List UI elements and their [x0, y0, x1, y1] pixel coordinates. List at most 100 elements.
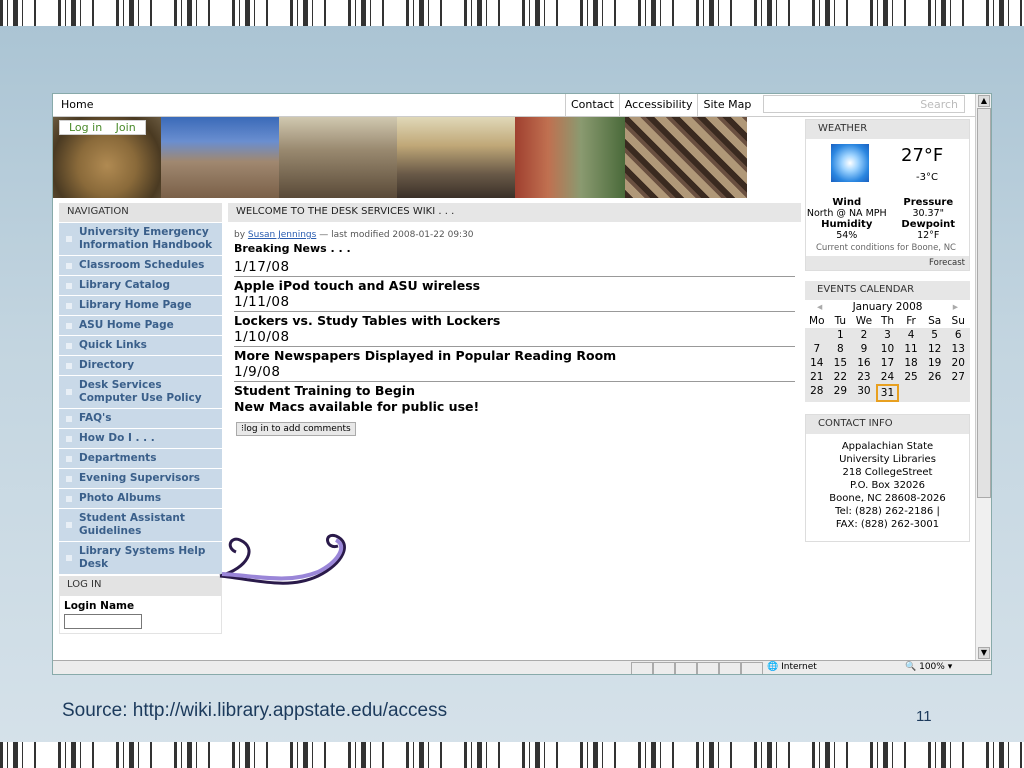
calendar-day[interactable]: 12 — [923, 342, 947, 356]
calendar-day[interactable]: 26 — [923, 370, 947, 384]
calendar-day[interactable]: 28 — [805, 384, 829, 402]
news-date: 1/10/08 — [234, 329, 795, 347]
nav-item-photo-albums[interactable]: Photo Albums — [59, 488, 222, 508]
author-link[interactable]: Susan Jennings — [248, 230, 316, 240]
nav-item-label: Directory — [79, 359, 135, 371]
globe-icon: 🌐 — [767, 662, 779, 672]
calendar-day[interactable]: 29 — [829, 384, 853, 402]
calendar-day[interactable]: 19 — [923, 356, 947, 370]
calendar-day[interactable]: 17 — [876, 356, 900, 370]
join-link[interactable]: Join — [116, 121, 136, 134]
nav-item-computer-use-policy[interactable]: Desk Services Computer Use Policy — [59, 375, 222, 408]
bullet-icon — [66, 415, 72, 422]
calendar-empty-cell — [946, 384, 970, 402]
nav-item-departments[interactable]: Departments — [59, 448, 222, 468]
calendar-day[interactable]: 11 — [899, 342, 923, 356]
calendar-day[interactable]: 24 — [876, 370, 900, 384]
contact-line: Tel: (828) 262-2186 | — [835, 506, 940, 517]
conditions-location: Current conditions for Boone, NC — [816, 243, 956, 253]
calendar-day[interactable]: 20 — [946, 356, 970, 370]
vertical-scrollbar[interactable]: ▲ ▼ — [975, 94, 991, 660]
calendar-day[interactable]: 25 — [899, 370, 923, 384]
site-map-link[interactable]: Site Map — [697, 94, 756, 116]
calendar-day[interactable]: 16 — [852, 356, 876, 370]
nav-item-label: Library Systems Help Desk — [79, 545, 206, 570]
scroll-down-icon[interactable]: ▼ — [978, 647, 990, 659]
weather-heading: WEATHER — [806, 120, 969, 139]
nav-item-asu-home[interactable]: ASU Home Page — [59, 315, 222, 335]
weekday-header: Fr — [899, 314, 923, 328]
nav-item-label: ASU Home Page — [79, 319, 174, 331]
nav-item-evening-supervisors[interactable]: Evening Supervisors — [59, 468, 222, 488]
calendar-day[interactable]: 18 — [899, 356, 923, 370]
accessibility-link[interactable]: Accessibility — [618, 94, 698, 116]
search-input[interactable]: Search — [763, 95, 965, 113]
next-month-icon[interactable]: ▸ — [953, 301, 958, 313]
weekday-header: We — [852, 314, 876, 328]
nav-item-emergency-handbook[interactable]: University Emergency Information Handboo… — [59, 222, 222, 255]
calendar-day[interactable]: 21 — [805, 370, 829, 384]
calendar-day[interactable]: 9 — [852, 342, 876, 356]
calendar-day[interactable]: 15 — [829, 356, 853, 370]
contact-line: University Libraries — [839, 454, 936, 465]
calendar-day[interactable]: 8 — [829, 342, 853, 356]
zoom-control[interactable]: 🔍 100% ▾ — [905, 662, 952, 672]
calendar-day[interactable]: 7 — [805, 342, 829, 356]
log-in-link[interactable]: Log in — [69, 121, 102, 134]
nav-item-library-catalog[interactable]: Library Catalog — [59, 275, 222, 295]
calendar-day[interactable]: 6 — [946, 328, 970, 342]
status-segment — [675, 662, 697, 674]
login-name-label: Login Name — [64, 600, 135, 612]
bullet-icon — [66, 342, 72, 349]
calendar-day[interactable]: 10 — [876, 342, 900, 356]
bullet-icon — [66, 522, 72, 528]
scroll-up-icon[interactable]: ▲ — [978, 95, 990, 107]
calendar-day[interactable]: 4 — [899, 328, 923, 342]
nav-item-library-home[interactable]: Library Home Page — [59, 295, 222, 315]
bullet-icon — [66, 555, 72, 561]
pressure-label: Pressure — [903, 197, 954, 208]
status-segment — [631, 662, 653, 674]
calendar-day[interactable]: 31 — [875, 384, 900, 402]
nav-item-label: Quick Links — [79, 339, 147, 351]
calendar-day[interactable]: 14 — [805, 356, 829, 370]
nav-item-quick-links[interactable]: Quick Links — [59, 335, 222, 355]
bullet-icon — [66, 435, 72, 442]
pressure-value: 30.37" — [912, 208, 945, 219]
news-title: Lockers vs. Study Tables with Lockers — [234, 313, 501, 328]
nav-item-classroom-schedules[interactable]: Classroom Schedules — [59, 255, 222, 275]
bullet-icon — [66, 362, 72, 369]
dewpoint-label: Dewpoint — [901, 219, 956, 230]
nav-item-systems-help-desk[interactable]: Library Systems Help Desk — [59, 541, 222, 574]
calendar-day[interactable]: 1 — [829, 328, 853, 342]
nav-item-directory[interactable]: Directory — [59, 355, 222, 375]
temperature-c: -3°C — [916, 172, 938, 183]
add-comment-button[interactable]: ⁝log in to add comments — [236, 422, 356, 436]
navigation-heading: NAVIGATION — [59, 203, 222, 222]
nav-item-student-assistant-guidelines[interactable]: Student Assistant Guidelines — [59, 508, 222, 541]
calendar-day[interactable]: 30 — [852, 384, 876, 402]
login-name-input[interactable] — [64, 614, 142, 629]
calendar-day[interactable]: 3 — [876, 328, 900, 342]
nav-item-how-do-i[interactable]: How Do I . . . — [59, 428, 222, 448]
calendar-day[interactable]: 27 — [946, 370, 970, 384]
bullet-icon — [66, 455, 72, 462]
contact-link[interactable]: Contact — [565, 94, 619, 116]
weekday-header: Mo — [805, 314, 829, 328]
forecast-link[interactable]: Forecast — [806, 256, 969, 270]
nav-item-label: Classroom Schedules — [79, 259, 205, 271]
contact-line: Boone, NC 28608-2026 — [829, 493, 946, 504]
calendar-day[interactable]: 5 — [923, 328, 947, 342]
calendar-day[interactable]: 22 — [829, 370, 853, 384]
calendar-day[interactable]: 13 — [946, 342, 970, 356]
weather-details: Wind Pressure North @ NA MPH 30.37" Humi… — [806, 197, 969, 241]
nav-item-faqs[interactable]: FAQ's — [59, 408, 222, 428]
prev-month-icon[interactable]: ◂ — [817, 301, 822, 313]
scroll-thumb[interactable] — [977, 108, 991, 498]
bullet-icon — [66, 282, 72, 289]
calendar-day[interactable]: 23 — [852, 370, 876, 384]
calendar-day[interactable]: 2 — [852, 328, 876, 342]
nav-item-label: Library Catalog — [79, 279, 170, 291]
home-link[interactable]: Home — [61, 98, 93, 111]
calendar-grid: Mo Tu We Th Fr Sa Su 1 2 3 4 5 6 7 8 9 10 11 12 13 14 15 16 17 1… — [805, 314, 970, 402]
